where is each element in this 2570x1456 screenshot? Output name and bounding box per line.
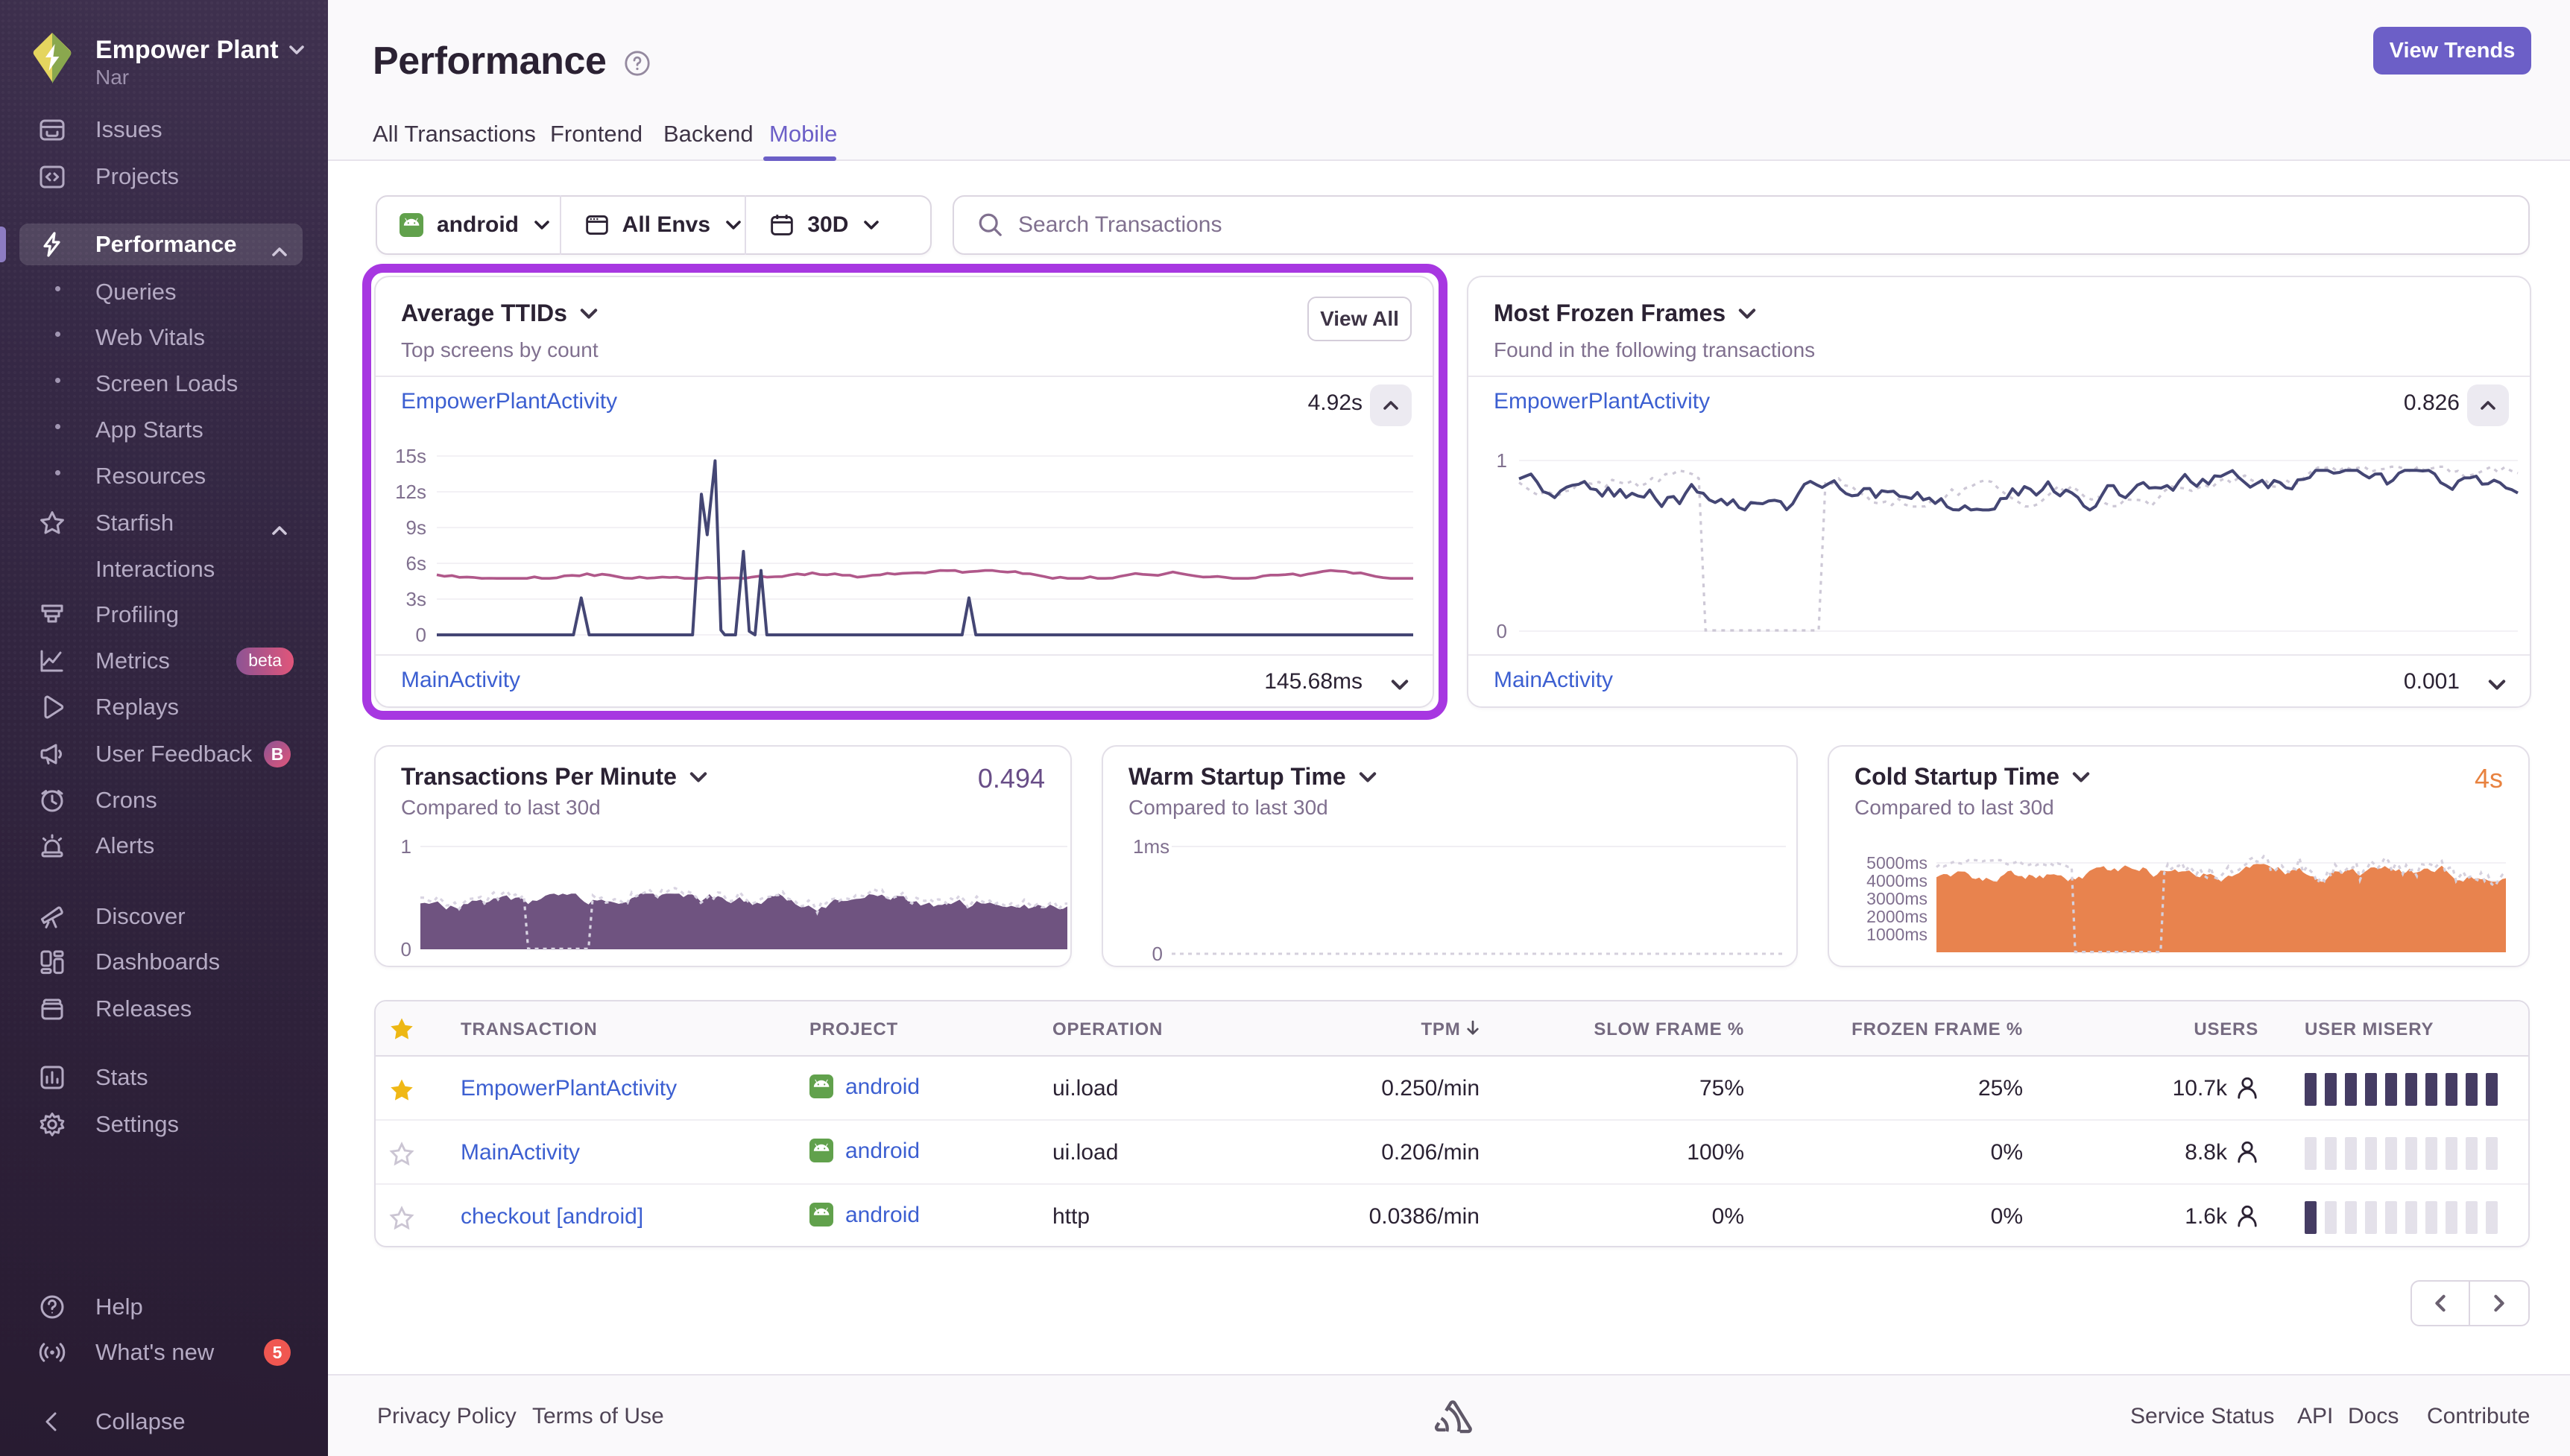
svg-text:0: 0 bbox=[1497, 620, 1507, 642]
svg-text:5000ms: 5000ms bbox=[1866, 853, 1928, 873]
svg-text:3000ms: 3000ms bbox=[1866, 889, 1928, 908]
svg-text:2000ms: 2000ms bbox=[1866, 907, 1928, 926]
svg-text:4000ms: 4000ms bbox=[1866, 871, 1928, 890]
svg-text:1ms: 1ms bbox=[1133, 835, 1169, 858]
svg-text:0: 0 bbox=[416, 624, 426, 646]
svg-text:12s: 12s bbox=[395, 481, 426, 503]
svg-text:0: 0 bbox=[1152, 943, 1163, 965]
svg-text:9s: 9s bbox=[406, 516, 426, 539]
svg-text:0: 0 bbox=[401, 938, 411, 960]
svg-text:15s: 15s bbox=[395, 445, 426, 467]
svg-text:1: 1 bbox=[401, 835, 411, 858]
svg-text:1: 1 bbox=[1497, 449, 1507, 472]
svg-text:1000ms: 1000ms bbox=[1866, 925, 1928, 944]
svg-text:3s: 3s bbox=[406, 588, 426, 610]
svg-text:6s: 6s bbox=[406, 552, 426, 575]
